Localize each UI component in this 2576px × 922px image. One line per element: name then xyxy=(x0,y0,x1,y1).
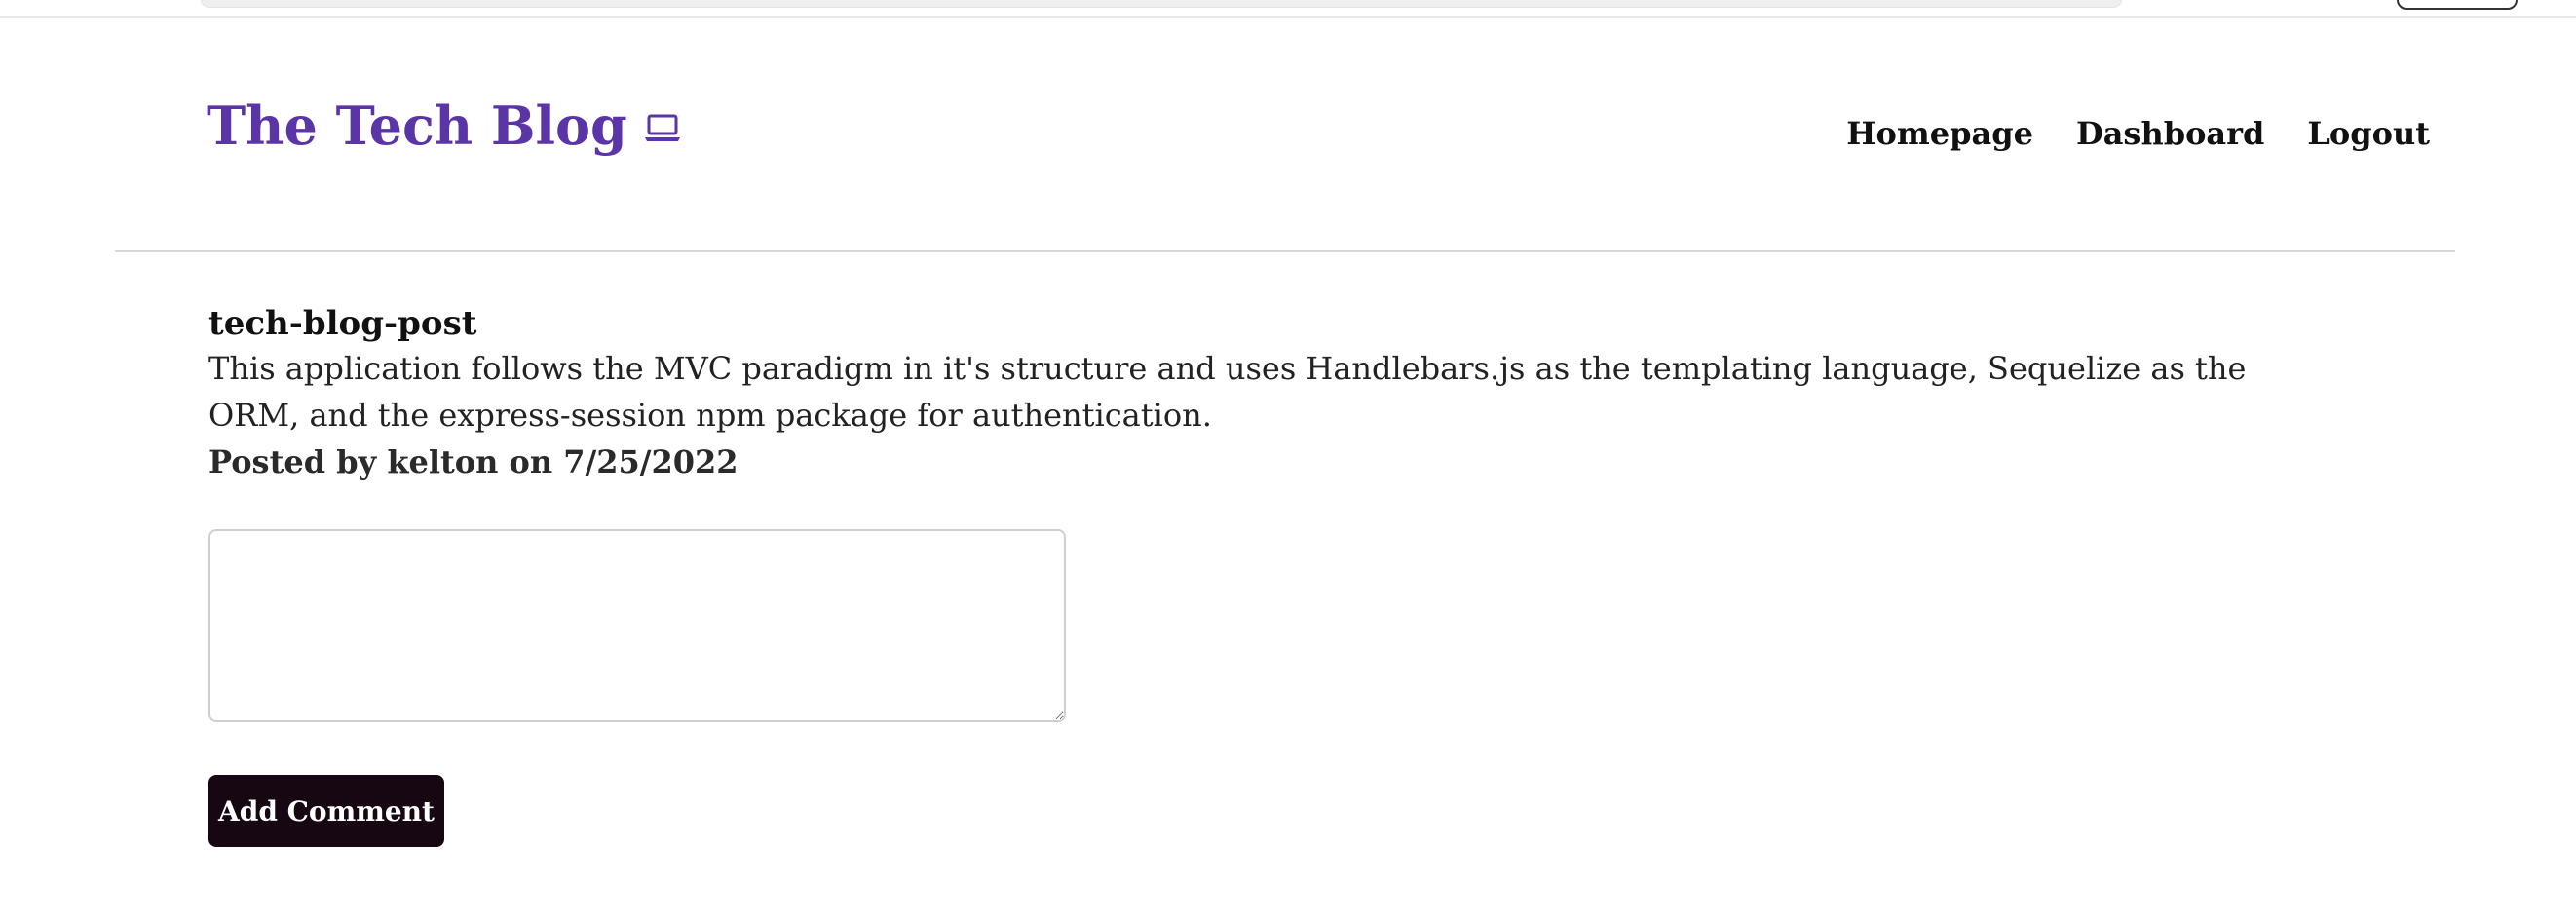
site-brand[interactable]: The Tech Blog xyxy=(207,99,684,152)
post-meta: Posted by kelton on 7/25/2022 xyxy=(208,443,739,480)
page: The Tech Blog Homepage Dashboard Logout … xyxy=(0,0,2576,922)
post-title: tech-blog-post xyxy=(208,304,477,343)
site-title: The Tech Blog xyxy=(207,95,627,157)
nav-homepage[interactable]: Homepage xyxy=(1846,115,2033,152)
post-body: This application follows the MVC paradig… xyxy=(208,350,2247,434)
top-right-control[interactable] xyxy=(2397,0,2518,10)
address-bar[interactable] xyxy=(201,0,2122,8)
comment-textarea[interactable] xyxy=(208,529,1066,722)
main-nav: Homepage Dashboard Logout xyxy=(1846,115,2430,152)
add-comment-button[interactable]: Add Comment xyxy=(208,775,444,847)
laptop-icon xyxy=(641,100,684,141)
site-header: The Tech Blog Homepage Dashboard Logout xyxy=(0,16,2576,251)
header-divider xyxy=(115,250,2455,252)
nav-dashboard[interactable]: Dashboard xyxy=(2076,115,2264,152)
nav-logout[interactable]: Logout xyxy=(2307,115,2430,152)
blog-post: tech-blog-post This application follows … xyxy=(208,302,2293,485)
